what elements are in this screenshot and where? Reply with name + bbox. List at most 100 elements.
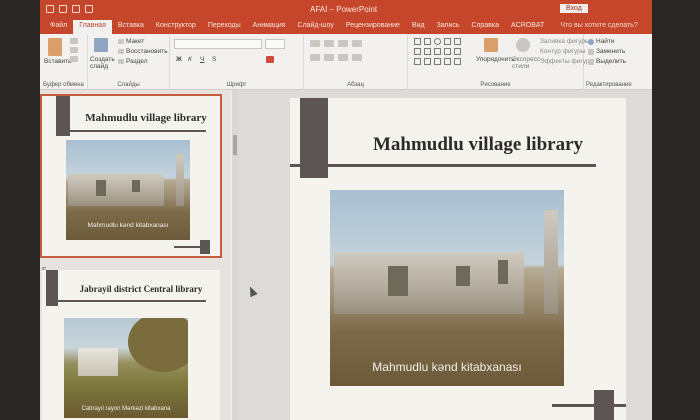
photo-caption[interactable]: Mahmudlu kənd kitabxanası xyxy=(330,360,564,374)
font-name-combobox[interactable] xyxy=(174,39,262,49)
strikethrough-button[interactable]: S xyxy=(212,56,216,63)
quick-styles-button[interactable]: Экспресс-стили xyxy=(512,56,542,70)
shape-connector-icon[interactable] xyxy=(424,58,431,65)
new-slide-button[interactable]: Создать слайд xyxy=(90,56,118,70)
tab-home[interactable]: Главная xyxy=(73,20,112,34)
align-left-icon[interactable] xyxy=(310,54,320,61)
group-label-font: Шрифт xyxy=(226,82,247,88)
shape-line-icon[interactable] xyxy=(414,38,421,45)
group-drawing: Упорядочить Экспресс-стили Заливка фигур… xyxy=(408,34,590,90)
shape-fill-button[interactable]: Заливка фигуры xyxy=(540,38,590,45)
quick-styles-icon[interactable] xyxy=(516,38,530,52)
tell-me-search[interactable]: Что вы хотите сделать? xyxy=(556,20,641,34)
select-button[interactable]: Выделить xyxy=(596,58,626,65)
undo-icon[interactable] xyxy=(59,5,67,13)
slide-thumbnail-5[interactable]: Jabrayil district Central library Cabray… xyxy=(42,270,220,420)
tab-insert[interactable]: Вставка xyxy=(112,20,150,34)
shape-pentagon-icon[interactable] xyxy=(424,48,431,55)
shape-more-icon[interactable] xyxy=(454,58,461,65)
ribbon-home: Вставить Буфер обмена Создать слайд Маке… xyxy=(40,34,652,90)
tab-slideshow[interactable]: Слайд-шоу xyxy=(292,20,340,34)
slide-number-box xyxy=(594,390,614,420)
tab-view[interactable]: Вид xyxy=(406,20,431,34)
paste-button[interactable]: Вставить xyxy=(44,58,72,65)
replace-icon xyxy=(588,49,594,55)
tab-acrobat[interactable]: ACROBAT xyxy=(505,20,550,34)
copy-icon[interactable] xyxy=(70,47,78,53)
group-label-slides: Слайды xyxy=(117,82,140,88)
arrange-icon[interactable] xyxy=(484,38,498,52)
indent-decrease-icon[interactable] xyxy=(338,40,348,47)
indent-increase-icon[interactable] xyxy=(352,40,362,47)
section-icon xyxy=(118,59,124,64)
redo-icon[interactable] xyxy=(72,5,80,13)
tab-file[interactable]: Файл xyxy=(44,20,73,34)
present-icon[interactable] xyxy=(85,5,93,13)
align-right-icon[interactable] xyxy=(338,54,348,61)
shape-heart-icon[interactable] xyxy=(434,58,441,65)
arrange-button[interactable]: Упорядочить xyxy=(476,56,515,63)
shape-brace-icon[interactable] xyxy=(444,48,451,55)
tab-design[interactable]: Конструктор xyxy=(150,20,202,34)
tab-record[interactable]: Запись xyxy=(431,20,466,34)
replace-button[interactable]: Заменить xyxy=(596,48,625,55)
find-icon xyxy=(588,39,594,45)
footer-line xyxy=(552,404,626,407)
scrollbar-thumb[interactable] xyxy=(233,135,237,155)
title-underline xyxy=(46,300,206,302)
italic-button[interactable]: К xyxy=(188,56,192,63)
mouse-cursor-icon xyxy=(246,284,258,298)
tab-transitions[interactable]: Переходы xyxy=(202,20,247,34)
reset-button[interactable]: Восстановить xyxy=(126,48,168,55)
shape-curve-icon[interactable] xyxy=(414,58,421,65)
group-editing: Найти Заменить Выделить Редактирование xyxy=(584,34,652,90)
bullets-icon[interactable] xyxy=(310,40,320,47)
select-icon xyxy=(588,59,594,65)
shape-bracket-icon[interactable] xyxy=(444,58,451,65)
tab-help[interactable]: Справка xyxy=(466,20,505,34)
tab-animations[interactable]: Анимация xyxy=(247,20,292,34)
shape-triangle-icon[interactable] xyxy=(444,38,451,45)
slide-thumbnail-4[interactable]: Mahmudlu village library Mahmudlu kənd k… xyxy=(40,94,222,258)
align-center-icon[interactable] xyxy=(324,54,334,61)
font-size-combobox[interactable] xyxy=(265,39,285,49)
ribbon-tabs: Файл Главная Вставка Конструктор Переход… xyxy=(40,20,652,34)
group-paragraph: Абзац xyxy=(304,34,408,90)
thumbnail-title: Mahmudlu village library xyxy=(85,112,207,124)
tab-review[interactable]: Рецензирование xyxy=(340,20,406,34)
section-button[interactable]: Раздел xyxy=(126,58,147,65)
find-button[interactable]: Найти xyxy=(596,38,615,45)
group-label-drawing: Рисование xyxy=(480,82,511,88)
group-label-editing: Редактирование xyxy=(586,82,632,88)
title-bar: AFAİ – PowerPoint Вход xyxy=(40,0,652,20)
shape-callout-icon[interactable] xyxy=(454,48,461,55)
bold-button[interactable]: Ж xyxy=(176,56,182,63)
slide-title[interactable]: Mahmudlu village library xyxy=(330,134,626,156)
library-ruins-photo[interactable]: Mahmudlu kənd kitabxanası xyxy=(330,190,564,386)
shape-arrow-icon[interactable] xyxy=(454,38,461,45)
cut-icon[interactable] xyxy=(70,38,78,44)
layout-button[interactable]: Макет xyxy=(126,38,144,45)
shape-rect-icon[interactable] xyxy=(424,38,431,45)
group-clipboard: Вставить Буфер обмена xyxy=(40,34,88,90)
document-title: AFAİ – PowerPoint xyxy=(310,5,378,14)
save-icon[interactable] xyxy=(46,5,54,13)
sign-in-button[interactable]: Вход xyxy=(560,4,588,13)
paste-icon[interactable] xyxy=(48,38,62,56)
format-painter-icon[interactable] xyxy=(70,56,78,62)
slide-thumbnails-pane: 4 Mahmudlu village library Mahmudlu kənd… xyxy=(40,90,230,420)
group-font: Ж К Ч S Шрифт xyxy=(170,34,304,90)
new-slide-icon[interactable] xyxy=(94,38,108,52)
photo-caption: Mahmudlu kənd kitabxanası xyxy=(87,222,169,229)
shape-rounded-rect-icon[interactable] xyxy=(414,48,421,55)
shape-effects-button[interactable]: Эффекты фигур xyxy=(540,58,590,65)
shape-star-icon[interactable] xyxy=(434,48,441,55)
layout-icon xyxy=(118,39,124,44)
current-slide[interactable]: Mahmudlu village library Mahmudlu kənd k… xyxy=(290,98,626,420)
font-color-icon[interactable] xyxy=(266,56,274,63)
underline-button[interactable]: Ч xyxy=(200,56,204,63)
shape-oval-icon[interactable] xyxy=(434,38,441,45)
shape-outline-button[interactable]: Контур фигуры xyxy=(540,48,585,55)
numbering-icon[interactable] xyxy=(324,40,334,47)
justify-icon[interactable] xyxy=(352,54,362,61)
